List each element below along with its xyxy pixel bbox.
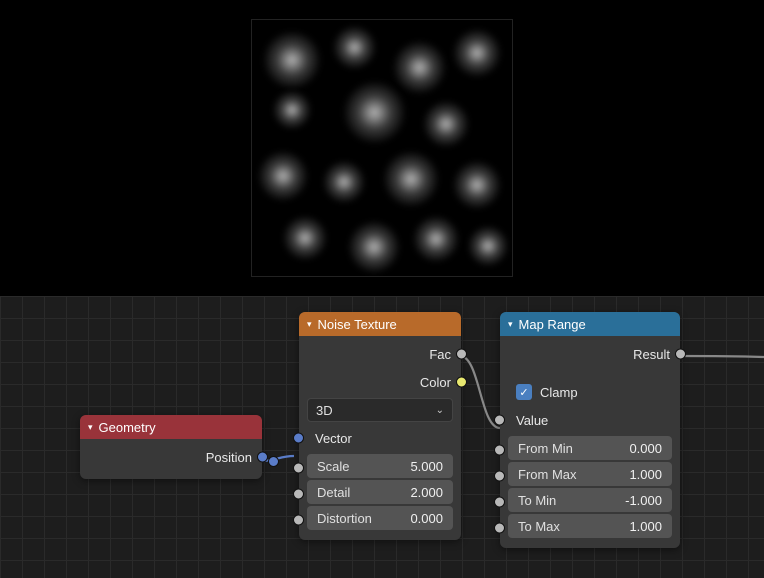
clamp-checkbox[interactable]: ✓ bbox=[516, 384, 532, 400]
output-fac: Fac bbox=[299, 340, 461, 368]
field-tomin[interactable]: To Min -1.000 bbox=[508, 488, 672, 512]
socket-scale-in[interactable] bbox=[293, 463, 304, 474]
socket-tomax-in[interactable] bbox=[494, 523, 505, 534]
output-color: Color bbox=[299, 368, 461, 396]
output-result: Result bbox=[500, 340, 680, 368]
link-handle-icon[interactable] bbox=[268, 456, 279, 467]
node-map-range[interactable]: ▾ Map Range Result ✓ Clamp Value From Mi… bbox=[500, 312, 680, 548]
socket-vector-in[interactable] bbox=[293, 433, 304, 444]
node-geometry[interactable]: ▾ Geometry Position bbox=[80, 415, 262, 479]
field-detail[interactable]: Detail 2.000 bbox=[307, 480, 453, 504]
dimensions-dropdown[interactable]: 3D ⌄ bbox=[307, 398, 453, 422]
socket-detail-in[interactable] bbox=[293, 489, 304, 500]
node-title: Map Range bbox=[519, 317, 586, 332]
socket-distortion-in[interactable] bbox=[293, 515, 304, 526]
socket-value-in[interactable] bbox=[494, 415, 505, 426]
field-distortion[interactable]: Distortion 0.000 bbox=[307, 506, 453, 530]
collapse-triangle-icon[interactable]: ▾ bbox=[88, 422, 93, 433]
node-header-geometry[interactable]: ▾ Geometry bbox=[80, 415, 262, 439]
node-title: Noise Texture bbox=[318, 317, 397, 332]
socket-fac-out[interactable] bbox=[456, 349, 467, 360]
socket-frommin-in[interactable] bbox=[494, 445, 505, 456]
input-vector: Vector bbox=[299, 424, 461, 452]
input-value: Value bbox=[500, 406, 680, 434]
socket-frommax-in[interactable] bbox=[494, 471, 505, 482]
socket-tomin-in[interactable] bbox=[494, 497, 505, 508]
socket-position-out[interactable] bbox=[257, 452, 268, 463]
field-frommin[interactable]: From Min 0.000 bbox=[508, 436, 672, 460]
node-title: Geometry bbox=[99, 420, 156, 435]
node-header-noise[interactable]: ▾ Noise Texture bbox=[299, 312, 461, 336]
collapse-triangle-icon[interactable]: ▾ bbox=[307, 319, 312, 330]
field-frommax[interactable]: From Max 1.000 bbox=[508, 462, 672, 486]
preview-area bbox=[0, 0, 764, 296]
node-editor[interactable]: ▾ Geometry Position ▾ Noise Texture Fac … bbox=[0, 296, 764, 578]
chevron-down-icon: ⌄ bbox=[436, 405, 444, 416]
collapse-triangle-icon[interactable]: ▾ bbox=[508, 319, 513, 330]
socket-color-out[interactable] bbox=[456, 377, 467, 388]
output-position: Position bbox=[80, 443, 262, 471]
socket-result-out[interactable] bbox=[675, 349, 686, 360]
clamp-row[interactable]: ✓ Clamp bbox=[500, 378, 680, 406]
preview-noise-texture bbox=[251, 19, 513, 277]
node-header-maprange[interactable]: ▾ Map Range bbox=[500, 312, 680, 336]
field-scale[interactable]: Scale 5.000 bbox=[307, 454, 453, 478]
field-tomax[interactable]: To Max 1.000 bbox=[508, 514, 672, 538]
node-noise-texture[interactable]: ▾ Noise Texture Fac Color 3D ⌄ Vector bbox=[299, 312, 461, 540]
